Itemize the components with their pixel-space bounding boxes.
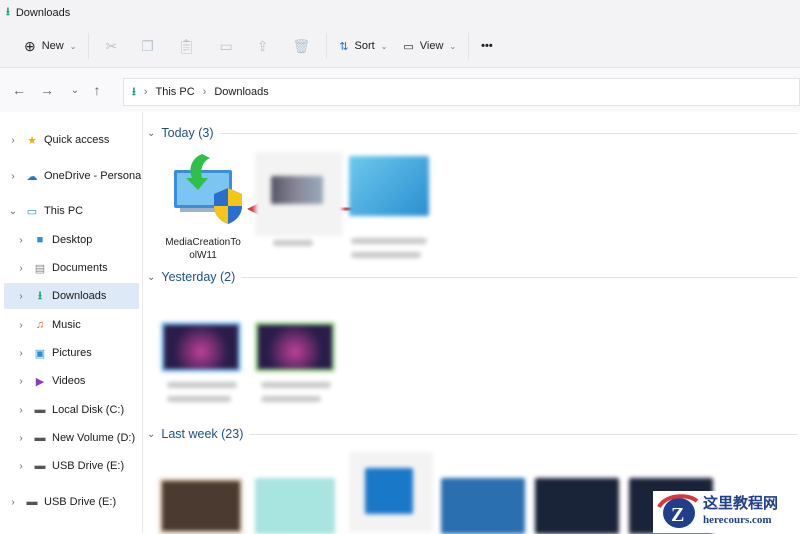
- breadcrumb-this-pc[interactable]: This PC: [156, 86, 195, 98]
- blurred-thumbnail[interactable]: [535, 478, 619, 534]
- sidebar-item-pictures[interactable]: › ▣ Pictures: [14, 340, 154, 366]
- blurred-label: [351, 238, 427, 244]
- sort-button[interactable]: ⇅ Sort ⌄: [331, 31, 395, 61]
- watermark: Z 这里教程网 herecours.com: [653, 491, 800, 533]
- videos-icon: ▶: [35, 375, 45, 388]
- cut-button[interactable]: ✂: [93, 31, 129, 61]
- blurred-thumbnail[interactable]: [255, 322, 335, 372]
- watermark-url: herecours.com: [703, 514, 772, 526]
- new-button[interactable]: ⊕ New ⌄: [16, 31, 84, 61]
- sidebar-item-documents[interactable]: › ▤ Documents: [14, 255, 154, 281]
- command-bar: ⊕ New ⌄ ✂ ❐ 📋︎ ▭ ⇪ 🗑︎ ⇅ Sort ⌄ ▭ View ⌄ •••: [0, 25, 800, 68]
- sidebar-item-usb-drive-e[interactable]: › ▬ USB Drive (E:): [14, 453, 154, 479]
- up-icon[interactable]: ↑: [86, 82, 108, 98]
- chevron-right-icon: ›: [202, 86, 207, 98]
- download-icon: ⭳: [132, 85, 136, 98]
- sidebar-item-videos[interactable]: › ▶ Videos: [14, 368, 154, 394]
- delete-button[interactable]: 🗑︎: [281, 31, 323, 61]
- sidebar-item-onedrive[interactable]: › ☁ OneDrive - Personal: [6, 163, 146, 189]
- file-media-creation-tool[interactable]: MediaCreationTo olW11: [158, 150, 248, 262]
- media-creation-tool-icon: [174, 154, 242, 224]
- copy-button[interactable]: ❐: [129, 31, 166, 61]
- navigation-bar: ← → ⌄ ↑ ⭳ › This PC › Downloads: [0, 68, 800, 112]
- watermark-logo: Z: [657, 494, 699, 528]
- star-icon: ★: [27, 134, 37, 147]
- cloud-icon: ☁: [26, 170, 38, 183]
- desktop-icon: ■: [36, 234, 44, 246]
- blurred-thumbnail[interactable]: [255, 478, 335, 534]
- blurred-label: [273, 240, 313, 246]
- watermark-cn: 这里教程网: [703, 495, 779, 512]
- blurred-thumbnail[interactable]: [441, 478, 525, 534]
- sidebar-item-usb-drive-e-root[interactable]: › ▬ USB Drive (E:): [6, 489, 146, 515]
- group-today[interactable]: ⌄ Today (3): [147, 126, 797, 140]
- download-icon: ⭳: [38, 289, 42, 302]
- sidebar-item-new-volume-d[interactable]: › ▬ New Volume (D:): [14, 425, 154, 451]
- back-icon[interactable]: ←: [8, 82, 30, 98]
- chevron-down-icon: ⌄: [449, 41, 457, 51]
- pictures-icon: ▣: [34, 347, 46, 360]
- blurred-label: [261, 396, 321, 402]
- view-icon: ▭: [403, 40, 414, 53]
- blurred-thumbnail[interactable]: [161, 322, 241, 372]
- group-last-week[interactable]: ⌄ Last week (23): [147, 427, 797, 441]
- usb-icon: ▬: [26, 496, 38, 508]
- recent-chevron-icon[interactable]: ⌄: [64, 85, 86, 96]
- navigation-pane: › ★ Quick access › ☁ OneDrive - Personal ⌄ ▭ T…: [0, 120, 144, 533]
- divider: [88, 33, 90, 59]
- title-bar: ⭳ Downloads: [0, 0, 800, 25]
- drive-icon: ▬: [34, 432, 46, 444]
- sort-icon: ⇅: [339, 40, 349, 53]
- plus-circle-icon: ⊕: [24, 37, 36, 54]
- blurred-label: [167, 396, 231, 402]
- file-name: MediaCreationTo olW11: [165, 237, 241, 261]
- share-button[interactable]: ⇪: [245, 31, 281, 61]
- forward-icon[interactable]: →: [36, 82, 58, 98]
- blurred-label: [261, 382, 331, 388]
- sidebar-item-music[interactable]: › ♫ Music: [14, 312, 154, 338]
- drive-icon: ▬: [34, 404, 46, 416]
- sidebar-item-local-disk-c[interactable]: › ▬ Local Disk (C:): [14, 397, 154, 423]
- window-title: Downloads: [15, 6, 71, 19]
- chevron-down-icon: ⌄: [380, 41, 388, 51]
- chevron-down-icon: ⌄: [69, 41, 77, 51]
- view-button[interactable]: ▭ View ⌄: [395, 31, 464, 61]
- group-yesterday[interactable]: ⌄ Yesterday (2): [147, 270, 797, 284]
- sidebar-item-this-pc[interactable]: ⌄ ▭ This PC: [6, 198, 146, 224]
- music-icon: ♫: [35, 319, 45, 331]
- chevron-down-icon: ⌄: [147, 428, 156, 440]
- documents-icon: ▤: [34, 262, 46, 275]
- blurred-thumbnail[interactable]: [349, 156, 429, 216]
- monitor-icon: ▭: [26, 205, 38, 218]
- usb-icon: ▬: [34, 460, 46, 472]
- divider: [326, 33, 328, 59]
- sidebar-item-quick-access[interactable]: › ★ Quick access: [6, 127, 146, 153]
- divider: [468, 33, 470, 59]
- chevron-down-icon: ⌄: [147, 127, 156, 139]
- blurred-label: [167, 382, 237, 388]
- blurred-thumbnail[interactable]: [159, 478, 243, 534]
- rename-button[interactable]: ▭: [208, 31, 245, 61]
- blurred-thumbnail: [365, 468, 413, 514]
- blurred-label: [351, 252, 421, 258]
- address-bar[interactable]: ⭳ › This PC › Downloads: [123, 78, 800, 106]
- sidebar-item-downloads[interactable]: › ⭳ Downloads: [4, 283, 139, 309]
- chevron-down-icon: ⌄: [147, 271, 156, 283]
- blurred-thumbnail: [271, 176, 323, 204]
- sidebar-item-desktop[interactable]: › ■ Desktop: [14, 227, 154, 253]
- chevron-right-icon: ›: [143, 86, 148, 98]
- more-button[interactable]: •••: [473, 31, 501, 61]
- file-list: ⌄ Today (3) MediaCreationTo olW11 ⌄ Yester…: [143, 112, 800, 534]
- paste-button[interactable]: 📋︎: [166, 31, 208, 61]
- breadcrumb-downloads[interactable]: Downloads: [214, 86, 268, 98]
- download-icon: ⭳: [6, 6, 10, 18]
- svg-text:Z: Z: [671, 504, 684, 526]
